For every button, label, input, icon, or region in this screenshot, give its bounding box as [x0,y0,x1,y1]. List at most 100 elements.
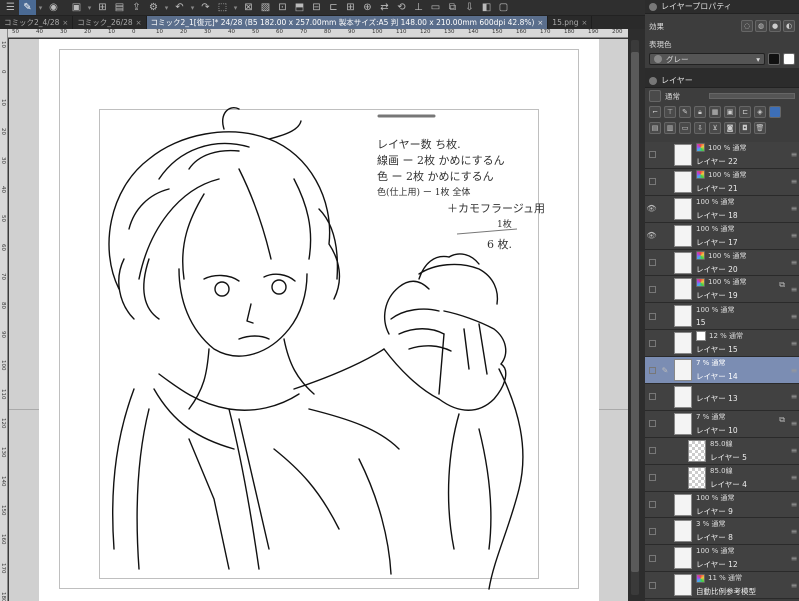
ruler-icon[interactable]: ⊏ [325,0,342,15]
layer-menu-icon[interactable]: ≡ [789,500,799,509]
layer-panel-header[interactable]: レイヤー [645,74,799,88]
save-icon[interactable]: ▤ [111,0,128,15]
lock-slot-icon[interactable] [658,572,672,598]
lock-slot-icon[interactable] [658,384,672,410]
layer-row[interactable]: 12 % 通常 レイヤー 15 ≡ [645,330,799,358]
layer-row[interactable]: 100 % 通常 レイヤー 21 ≡ [645,168,799,196]
layer-row[interactable]: 7 % 通常 レイヤー 10 ⧉ ≡ [645,410,799,438]
layer-row[interactable]: 👁︎ 100 % 通常 レイヤー 17 ≡ [645,222,799,250]
lock-slot-icon[interactable] [658,492,672,518]
tab-document-1[interactable]: コミック2_4/28 × [0,16,74,29]
visibility-icon[interactable] [645,384,658,410]
opacity-slider[interactable] [709,93,795,99]
layer-row[interactable]: ✎ 7 % 通常 レイヤー 14 ≡ [645,357,799,385]
visibility-icon[interactable] [645,250,658,276]
panel-icon[interactable]: ◧ [478,0,495,15]
effect-color-icon[interactable]: ● [769,20,781,32]
chevron-down-icon[interactable]: ▾ [85,0,94,15]
ruler-horizontal[interactable]: 50 40 30 20 10 0 10 20 30 40 50 60 70 80 90 100 110 120 13… [8,29,628,38]
visibility-icon[interactable] [645,357,658,383]
layer-menu-icon[interactable]: ≡ [789,339,799,348]
stamp-icon[interactable]: ⊥ [410,0,427,15]
layer-menu-icon[interactable]: ≡ [789,446,799,455]
scrollbar-thumb[interactable] [631,52,639,572]
effect-border-icon[interactable]: ◌ [741,20,753,32]
line-color-swatch[interactable] [768,53,780,65]
lock-slot-icon[interactable] [658,223,672,249]
layer-color-icon[interactable] [649,90,661,102]
draft-icon[interactable]: ✎ [679,106,691,118]
tab-document-4[interactable]: 15.png × [548,16,593,29]
lock-slot-icon[interactable] [658,250,672,276]
canvas-paper[interactable]: レイヤー数 ち枚. 線画 ー 2枚 かめにするん 色 ー 2枚 かめにするん 色… [9,39,628,601]
window-icon[interactable]: ▢ [495,0,512,15]
lock-slot-icon[interactable] [658,545,672,571]
export-icon[interactable]: ⇪ [128,0,145,15]
clip-icon[interactable]: ⌐ [649,106,661,118]
layer-menu-icon[interactable]: ≡ [789,204,799,213]
pen-icon[interactable]: ✎ [658,357,672,383]
lock-slot-icon[interactable] [658,411,672,437]
grid-icon[interactable]: ⊞ [342,0,359,15]
new-raster-icon[interactable]: ▤ [649,122,661,134]
chevron-down-icon[interactable]: ▾ [162,0,171,15]
mask-add-icon[interactable]: ◙ [724,122,736,134]
layer-row[interactable]: 👁︎ 100 % 通常 レイヤー 18 ≡ [645,195,799,223]
lock-slot-icon[interactable] [658,196,672,222]
layer-icon[interactable]: ⧉ [444,0,461,15]
layer-menu-icon[interactable]: ≡ [789,177,799,186]
close-icon[interactable]: × [62,19,68,27]
lock-slot-icon[interactable] [658,465,672,491]
lock-slot-icon[interactable] [658,518,672,544]
ruler-vertical[interactable]: 10 0 10 20 30 40 50 60 70 80 90 100 110 120 130 140 150 1… [0,29,8,601]
layer-menu-icon[interactable]: ≡ [789,285,799,294]
settings-icon[interactable]: ⚙ [145,0,162,15]
layer-menu-icon[interactable]: ≡ [789,419,799,428]
menu-icon[interactable]: ☰ [2,0,19,15]
layer-row[interactable]: 3 % 通常 レイヤー 8 ≡ [645,518,799,546]
layer-row[interactable]: 100 % 通常 レイヤー 12 ≡ [645,545,799,573]
layer-menu-icon[interactable]: ≡ [789,366,799,375]
visibility-icon[interactable] [645,545,658,571]
layer-row[interactable]: 85.0線 レイヤー 5 ≡ [645,437,799,465]
new-folder-icon[interactable]: ▭ [679,122,691,134]
layer-row[interactable]: レイヤー 13 ≡ [645,384,799,411]
layer-color-swatch[interactable] [769,106,781,118]
palette-icon[interactable]: ◈ [754,106,766,118]
frame-icon[interactable]: ▭ [427,0,444,15]
reference-icon[interactable]: ⊤ [664,106,676,118]
layer-menu-icon[interactable]: ≡ [789,554,799,563]
color-mode-select[interactable]: グレー ▾ [649,53,765,65]
visibility-icon[interactable] [645,465,658,491]
visibility-icon[interactable] [645,518,658,544]
apply-mask-icon[interactable]: ◘ [739,122,751,134]
layer-menu-icon[interactable]: ≡ [789,581,799,590]
visibility-icon[interactable] [645,330,658,356]
transform-icon[interactable]: ⊡ [274,0,291,15]
layer-menu-icon[interactable]: ≡ [789,312,799,321]
visibility-icon[interactable] [645,572,658,598]
blend-mode-select[interactable]: 通常 [665,91,705,102]
rotate-icon[interactable]: ⟲ [393,0,410,15]
close-icon[interactable]: × [537,19,543,27]
layer-property-header[interactable]: レイヤープロパティ [645,0,799,14]
layer-row[interactable]: 100 % 通常 レイヤー 19 ⧉ ≡ [645,276,799,304]
visibility-icon[interactable] [645,276,658,302]
effect-gray-icon[interactable]: ◐ [783,20,795,32]
visibility-icon[interactable]: 👁︎ [645,223,658,249]
fill-color-swatch[interactable] [783,53,795,65]
layer-menu-icon[interactable]: ≡ [789,527,799,536]
lock-slot-icon[interactable] [658,330,672,356]
chevron-down-icon[interactable]: ▾ [36,0,45,15]
chevron-down-icon[interactable]: ▾ [188,0,197,15]
layer-row[interactable]: 100 % 通常 レイヤー 22 ≡ [645,142,799,169]
visibility-icon[interactable] [645,411,658,437]
open-file-icon[interactable]: ⊞ [94,0,111,15]
pen-tool-icon[interactable]: ✎ [19,0,36,15]
clear-icon[interactable]: ⊠ [240,0,257,15]
visibility-icon[interactable]: 👁︎ [645,196,658,222]
color-wheel-icon[interactable]: ◉ [45,0,62,15]
layer-row[interactable]: 11 % 通常 自動比例参考模型 ≡ [645,572,799,600]
visibility-icon[interactable] [645,303,658,329]
merge-icon[interactable]: ⊻ [709,122,721,134]
